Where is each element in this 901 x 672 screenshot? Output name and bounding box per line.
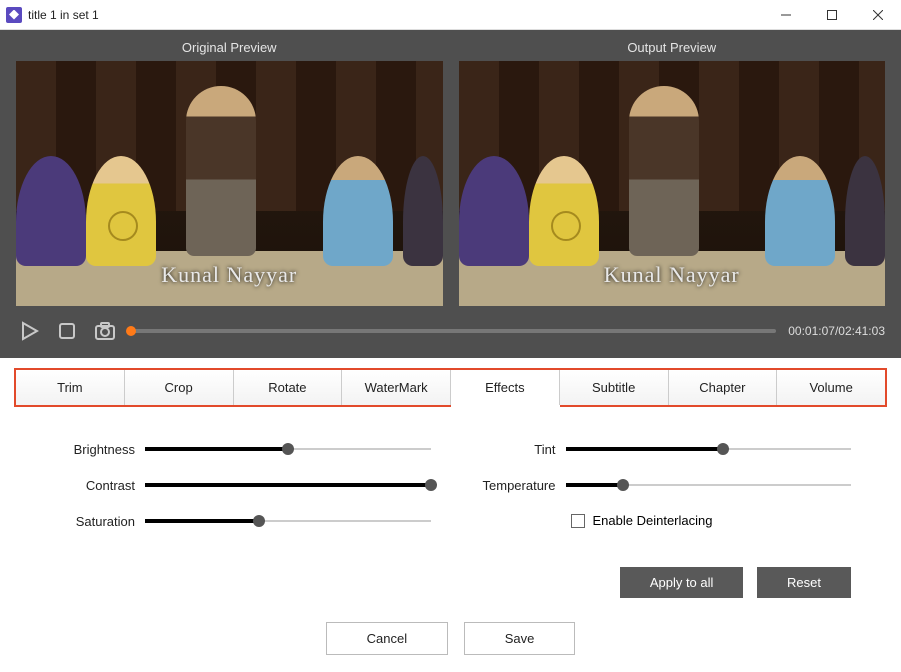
apply-to-all-button[interactable]: Apply to all (620, 567, 744, 598)
tab-chapter[interactable]: Chapter (669, 370, 778, 405)
original-preview: Kunal Nayyar (16, 61, 443, 306)
save-button[interactable]: Save (464, 622, 576, 655)
window-title: title 1 in set 1 (28, 8, 763, 22)
tint-label: Tint (471, 442, 566, 457)
progress-knob[interactable] (126, 326, 136, 336)
contrast-label: Contrast (50, 478, 145, 493)
progress-bar[interactable] (130, 329, 776, 333)
tint-slider[interactable] (566, 441, 852, 457)
temperature-slider[interactable] (566, 477, 852, 493)
tab-crop[interactable]: Crop (125, 370, 234, 405)
output-preview: Kunal Nayyar (459, 61, 886, 306)
deinterlace-label: Enable Deinterlacing (593, 513, 713, 528)
original-preview-label: Original Preview (16, 40, 443, 61)
cancel-button[interactable]: Cancel (326, 622, 448, 655)
watermark-text: Kunal Nayyar (604, 262, 740, 288)
reset-button[interactable]: Reset (757, 567, 851, 598)
tab-trim[interactable]: Trim (16, 370, 125, 405)
tabs-container: Trim Crop Rotate WaterMark Effects Subti… (0, 358, 901, 415)
app-icon (6, 7, 22, 23)
tab-rotate[interactable]: Rotate (234, 370, 343, 405)
play-button[interactable] (16, 318, 42, 344)
tab-subtitle[interactable]: Subtitle (560, 370, 669, 405)
effects-pane: Brightness Contrast Saturation Tint Te (0, 415, 901, 559)
time-display: 00:01:07/02:41:03 (788, 324, 885, 338)
saturation-slider[interactable] (145, 513, 431, 529)
preview-area: Original Preview Output Preview Kunal Na… (0, 30, 901, 358)
temperature-label: Temperature (471, 478, 566, 493)
output-preview-label: Output Preview (459, 40, 886, 61)
tab-effects[interactable]: Effects (451, 370, 560, 405)
watermark-text: Kunal Nayyar (161, 262, 297, 288)
stop-button[interactable] (54, 318, 80, 344)
snapshot-button[interactable] (92, 318, 118, 344)
titlebar: title 1 in set 1 (0, 0, 901, 30)
maximize-button[interactable] (809, 0, 855, 30)
saturation-label: Saturation (50, 514, 145, 529)
brightness-label: Brightness (50, 442, 145, 457)
minimize-button[interactable] (763, 0, 809, 30)
deinterlace-checkbox[interactable] (571, 514, 585, 528)
tab-watermark[interactable]: WaterMark (342, 370, 451, 405)
tab-volume[interactable]: Volume (777, 370, 885, 405)
contrast-slider[interactable] (145, 477, 431, 493)
close-button[interactable] (855, 0, 901, 30)
brightness-slider[interactable] (145, 441, 431, 457)
